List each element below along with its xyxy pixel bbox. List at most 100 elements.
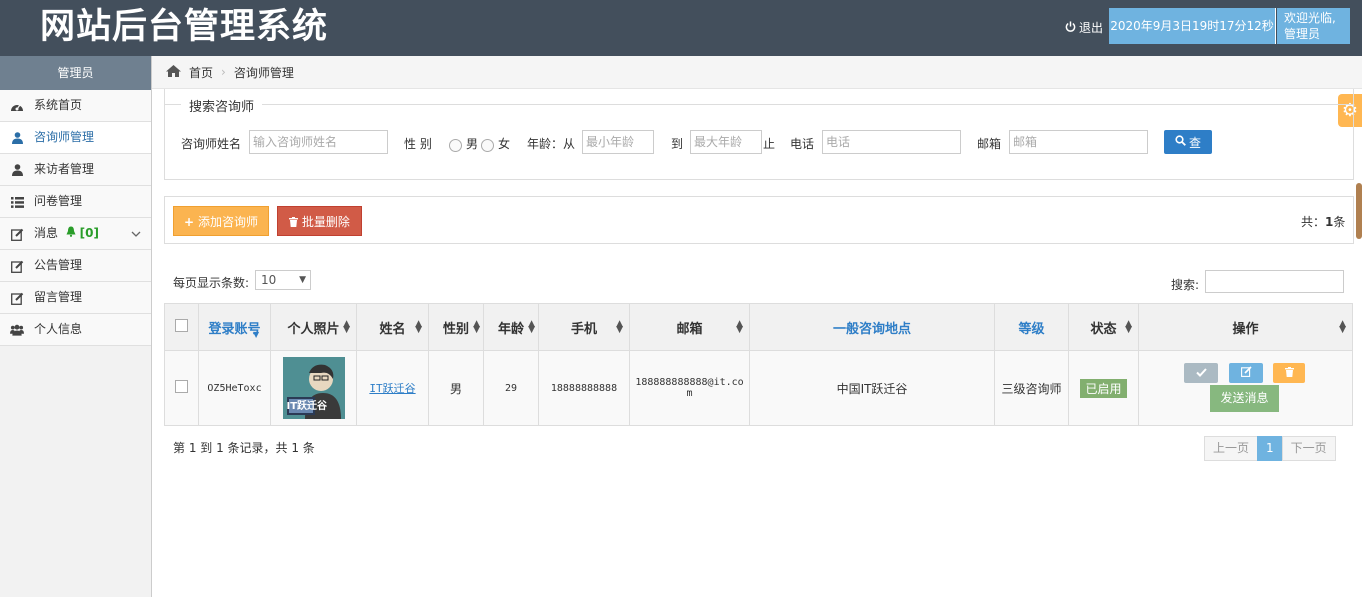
edit-icon — [10, 259, 24, 273]
sidebar-item-guestbook[interactable]: 留言管理 — [0, 282, 151, 314]
trash-icon — [1284, 366, 1294, 380]
age-stop-label: 止 — [763, 137, 776, 151]
name-label: 咨询师姓名 — [181, 137, 242, 151]
sort-icon: ▲ ▼ — [736, 319, 743, 335]
home-icon — [166, 64, 181, 80]
sidebar-item-messages[interactable]: 消息 [0] — [0, 218, 151, 250]
logout-button[interactable]: 退出 — [1065, 19, 1103, 36]
cell-photo: IT跃迁谷 — [270, 350, 357, 426]
top-header: 网站后台管理系统 退出 2020年9月3日19时17分12秒 欢迎光临, 管理员 — [0, 0, 1362, 56]
sidebar-item-announcements[interactable]: 公告管理 — [0, 250, 151, 282]
column-name[interactable]: 姓名 ▲ ▼ — [356, 303, 429, 351]
row-checkbox[interactable] — [175, 380, 188, 393]
welcome-user[interactable]: 欢迎光临, 管理员 — [1277, 8, 1350, 44]
column-phone[interactable]: 手机 ▲ ▼ — [538, 303, 630, 351]
select-all-header — [164, 303, 199, 351]
add-counselor-button[interactable]: + 添加咨询师 — [173, 206, 269, 236]
column-age[interactable]: 年龄 ▲ ▼ — [483, 303, 539, 351]
per-page-label: 每页显示条数: — [173, 276, 250, 290]
edit-button[interactable] — [1229, 363, 1263, 383]
sidebar-item-visitors[interactable]: 来访者管理 — [0, 154, 151, 186]
column-email[interactable]: 邮箱 ▲ ▼ — [629, 303, 750, 351]
cell-account: OZ5HeToxc — [198, 350, 271, 426]
site-logo: 网站后台管理系统 — [40, 6, 329, 47]
min-age-input[interactable]: 最小年龄 — [582, 130, 654, 154]
sort-icon: ▲ ▼ — [343, 319, 350, 335]
welcome-line1: 欢迎光临, — [1284, 11, 1336, 25]
phone-input[interactable]: 电话 — [822, 130, 961, 154]
row-select-cell — [164, 350, 199, 426]
counselor-name-link[interactable]: IT跃迁谷 — [369, 382, 415, 395]
sidebar-item-label: 留言管理 — [34, 290, 83, 304]
total-suffix: 条 — [1333, 215, 1346, 229]
column-label: 状态 — [1090, 321, 1117, 337]
check-icon — [1195, 367, 1207, 380]
sidebar-item-counselors[interactable]: 咨询师管理 — [0, 122, 151, 154]
avatar[interactable]: IT跃迁谷 — [282, 357, 345, 419]
sort-icon: ▲ ▼ — [1125, 319, 1132, 335]
cell-email: 188888888888@it.co m — [629, 350, 750, 426]
column-gender[interactable]: 性别 ▲ ▼ — [428, 303, 484, 351]
email-input[interactable]: 邮箱 — [1009, 130, 1148, 154]
email-line: 188888888888@it.co — [635, 377, 744, 388]
sidebar-item-label: 个人信息 — [34, 322, 83, 336]
sidebar-item-profile[interactable]: 个人信息 — [0, 314, 151, 346]
cell-age: 29 — [483, 350, 539, 426]
send-message-button[interactable]: 发送消息 — [1210, 385, 1279, 412]
sort-icon: ▲ ▼ — [415, 319, 422, 335]
prev-page-button[interactable]: 上一页 — [1204, 436, 1259, 461]
search-legend: 搜索咨询师 — [181, 96, 263, 115]
per-page-value: 10 — [261, 273, 277, 287]
search-button-label: 查 — [1188, 135, 1201, 150]
page-number-button[interactable]: 1 — [1257, 436, 1283, 461]
sort-icon: ▲ ▼ — [473, 319, 480, 335]
phone-label: 电话 — [790, 137, 815, 151]
sidebar-item-questionnaire[interactable]: 问卷管理 — [0, 186, 151, 218]
column-location[interactable]: 一般咨询地点 — [749, 303, 995, 351]
column-photo[interactable]: 个人照片 ▲ ▼ — [270, 303, 357, 351]
edit-icon — [10, 291, 24, 305]
table-header-row: 登录账号 ▼ 个人照片 ▲ ▼ 姓名 ▲ ▼ 性别 ▲ ▼ 年龄 ▲ ▼ 手机 ▲ ▼ 邮箱 ▲ ▼ 一般… — [164, 303, 1353, 351]
sidebar-item-dashboard[interactable]: 系统首页 — [0, 90, 151, 122]
batch-delete-button[interactable]: 批量删除 — [277, 206, 362, 236]
sidebar-item-label: 咨询师管理 — [34, 130, 95, 144]
table-search-input[interactable] — [1205, 270, 1344, 293]
cell-status: 已启用 — [1068, 350, 1139, 426]
sort-icon: ▲ ▼ — [616, 319, 623, 335]
column-label: 个人照片 — [287, 321, 340, 337]
name-input[interactable]: 输入咨询师姓名 — [249, 130, 388, 154]
cell-gender: 男 — [428, 350, 484, 426]
logout-label: 退出 — [1079, 21, 1104, 35]
column-status[interactable]: 状态 ▲ ▼ — [1068, 303, 1139, 351]
per-page-select[interactable]: 10 ▼ — [255, 270, 311, 290]
delete-button[interactable] — [1273, 363, 1305, 383]
column-level[interactable]: 等级 — [994, 303, 1069, 351]
dropdown-arrow-icon: ▼ — [299, 275, 306, 285]
message-count-badge: [0] — [79, 226, 99, 240]
plus-icon: + — [184, 215, 195, 229]
enable-button[interactable] — [1184, 363, 1218, 383]
gender-female-radio[interactable] — [481, 139, 494, 152]
breadcrumb-home[interactable]: 首页 — [189, 64, 213, 81]
gender-male-label: 男 — [466, 137, 479, 151]
sidebar-item-label: 系统首页 — [34, 98, 83, 112]
column-actions[interactable]: 操作 ▲ ▼ — [1138, 303, 1353, 351]
select-all-checkbox[interactable] — [175, 318, 188, 332]
edit-icon — [10, 227, 24, 241]
cell-phone: 18888888888 — [538, 350, 630, 426]
search-button[interactable]: 查 — [1164, 130, 1212, 154]
status-badge: 已启用 — [1080, 378, 1127, 398]
table-search-label: 搜索: — [1171, 278, 1200, 292]
scrollbar-thumb[interactable] — [1356, 183, 1362, 239]
column-account[interactable]: 登录账号 ▼ — [198, 303, 271, 351]
sidebar-item-label: 公告管理 — [34, 258, 83, 272]
chevron-down-icon[interactable] — [131, 218, 141, 249]
next-page-button[interactable]: 下一页 — [1281, 436, 1336, 461]
sidebar-item-label: 问卷管理 — [34, 194, 83, 208]
total-count: 共：1条 — [1301, 213, 1345, 230]
max-age-input[interactable]: 最大年龄 — [690, 130, 762, 154]
cell-name: IT跃迁谷 — [356, 350, 429, 426]
user-icon — [10, 163, 24, 177]
gender-male-radio[interactable] — [449, 139, 462, 152]
column-label: 等级 — [1018, 321, 1045, 337]
